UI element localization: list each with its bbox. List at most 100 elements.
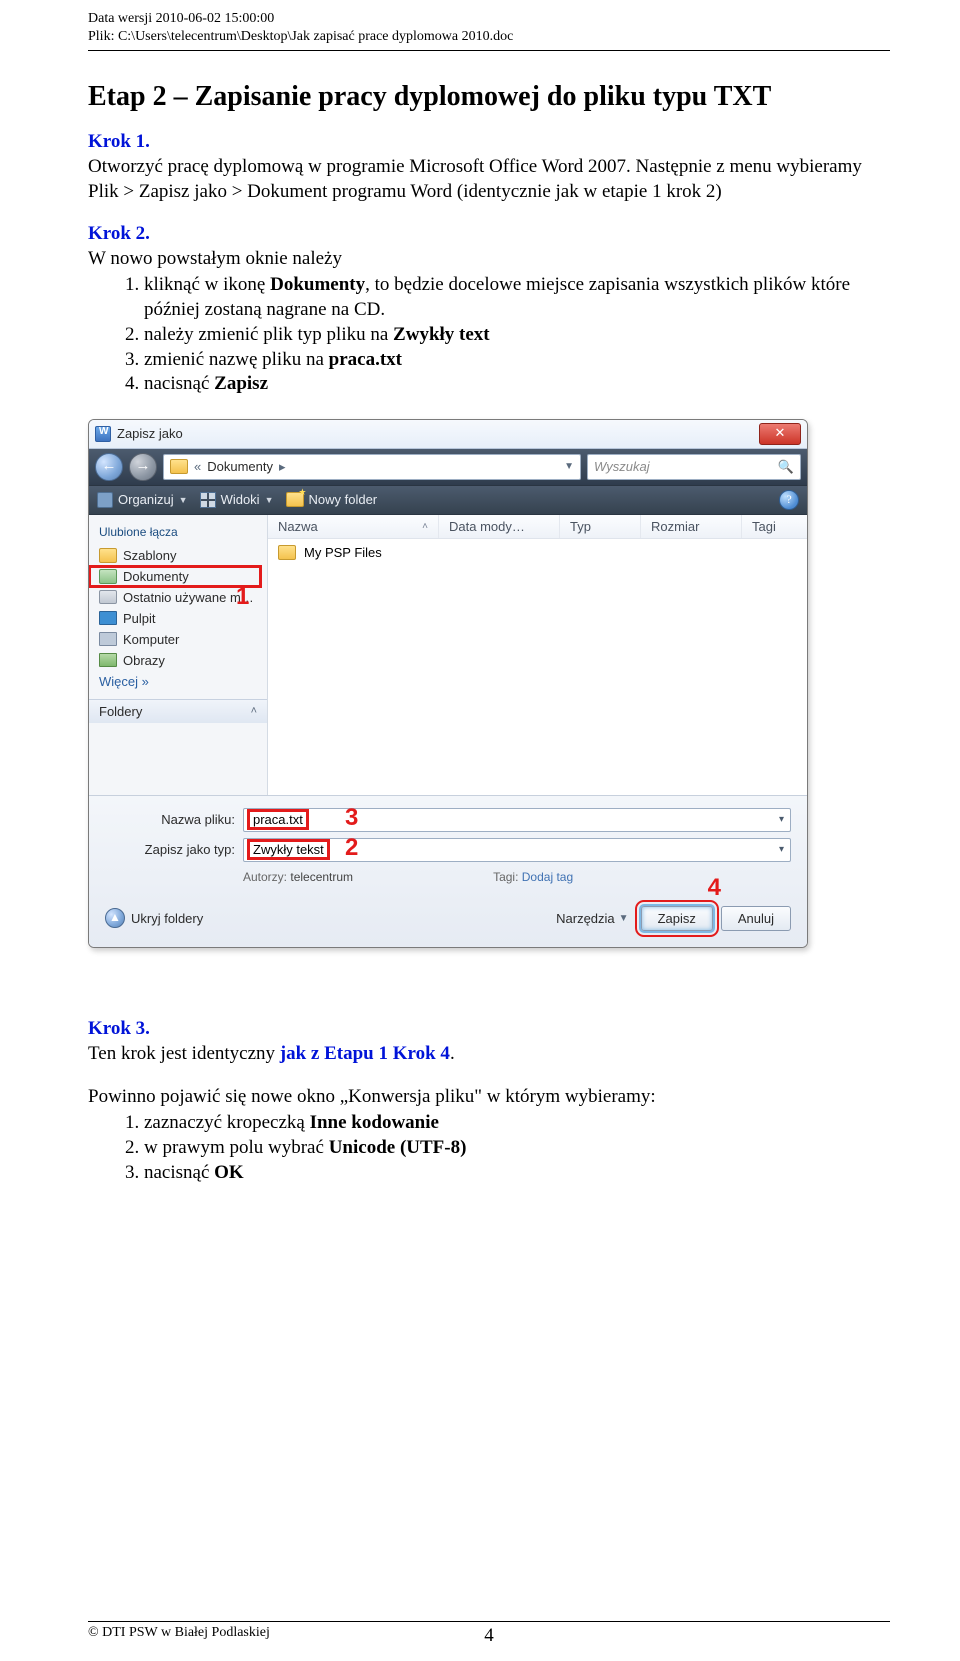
callout-1: 1 (236, 583, 249, 611)
step2-list: kliknąć w ikonę Dokumenty, to będzie doc… (88, 273, 890, 396)
pictures-icon (99, 653, 117, 667)
dialog-bottom: Nazwa pliku: praca.txt ▾ 3 Zapisz jako t… (89, 795, 807, 947)
file-list-header: Nazwa ˄ Data mody… Typ Rozmiar Tagi (268, 515, 807, 539)
step2-item-2-bold: Zwykły text (393, 324, 490, 345)
dialog-titlebar: Zapisz jako ✕ (89, 420, 807, 449)
dialog-navbar: ← → « Dokumenty ▸ ▼ Wyszukaj 🔍 (89, 449, 807, 486)
step3-item-2-bold: Unicode (UTF-8) (329, 1137, 467, 1158)
folders-label: Foldery (99, 704, 142, 719)
sidebar: Ulubione łącza Szablony Dokumenty Ostatn… (89, 515, 268, 795)
page-title: Etap 2 – Zapisanie pracy dyplomowej do p… (88, 81, 890, 113)
step1-p1: Otworzyć pracę dyplomową w programie Mic… (88, 156, 862, 177)
step3-item-2: w prawym polu wybrać Unicode (UTF-8) (144, 1136, 890, 1161)
page-footer: © DTI PSW w Białej Podlaskiej 4 (88, 1621, 890, 1641)
cancel-button[interactable]: Anuluj (721, 906, 791, 931)
step2-intro: W nowo powstałym oknie należy (88, 247, 890, 272)
nav-forward-button[interactable]: → (129, 453, 157, 481)
header-file: Plik: C:\Users\telecentrum\Desktop\Jak z… (88, 28, 890, 46)
chevron-down-icon: ▼ (265, 495, 274, 505)
step3-item-1: zaznaczyć kropeczką Inne kodowanie (144, 1111, 890, 1136)
breadcrumb-dropdown-icon[interactable]: ▼ (564, 461, 574, 472)
tags-label: Tagi: Dodaj tag (493, 870, 573, 884)
collapse-icon (105, 908, 125, 928)
step3-list: zaznaczyć kropeczką Inne kodowanie w pra… (88, 1111, 890, 1185)
step1-p2: Plik > Zapisz jako > Dokument programu W… (88, 181, 722, 202)
filetype-value: Zwykły tekst (250, 842, 327, 857)
footer-copyright: © DTI PSW w Białej Podlaskiej (88, 1625, 270, 1641)
tools-dropdown[interactable]: Narzędzia ▼ (556, 911, 632, 926)
step3-line1: Ten krok jest identyczny jak z Etapu 1 K… (88, 1042, 890, 1067)
organize-icon (97, 492, 113, 508)
step3-heading: Krok 3. (88, 1018, 890, 1040)
views-button[interactable]: Widoki ▼ (200, 492, 274, 508)
callout-3: 3 (345, 804, 358, 832)
page-number: 4 (484, 1625, 494, 1647)
close-button[interactable]: ✕ (759, 423, 801, 445)
sidebar-item-templates[interactable]: Szablony (89, 545, 267, 566)
sidebar-item-pictures[interactable]: Obrazy (89, 650, 267, 671)
dialog-toolbar: Organizuj ▼ Widoki ▼ Nowy folder ? (89, 486, 807, 515)
hide-folders-label: Ukryj foldery (131, 911, 203, 926)
sidebar-item-label: Ostatnio używane m… (123, 590, 254, 605)
authors-label: Autorzy: telecentrum (243, 870, 353, 884)
file-list: Nazwa ˄ Data mody… Typ Rozmiar Tagi My P… (268, 515, 807, 795)
column-name-label: Nazwa (278, 519, 318, 534)
file-row[interactable]: My PSP Files (268, 539, 807, 566)
column-tags[interactable]: Tagi (742, 515, 807, 538)
step1-text: Otworzyć pracę dyplomową w programie Mic… (88, 155, 890, 204)
sidebar-item-label: Szablony (123, 548, 176, 563)
step3-item-1-bold: Inne kodowanie (310, 1112, 439, 1133)
step3-intro: Powinno pojawić się nowe okno „Konwersja… (88, 1085, 890, 1110)
breadcrumb-separator: « (194, 459, 201, 474)
chevron-down-icon: ▼ (619, 913, 629, 924)
authors-value: telecentrum (290, 870, 353, 884)
breadcrumb-chevron: ▸ (279, 459, 286, 475)
new-folder-label: Nowy folder (309, 492, 378, 507)
nav-back-button[interactable]: ← (95, 453, 123, 481)
file-name: My PSP Files (304, 545, 382, 560)
views-icon (200, 492, 216, 508)
sidebar-more[interactable]: Więcej » (89, 671, 267, 699)
document-header: Data wersji 2010-06-02 15:00:00 Plik: C:… (88, 10, 890, 51)
folder-icon (170, 459, 188, 474)
dialog-title: Zapisz jako (117, 426, 183, 441)
folder-icon (99, 548, 117, 563)
search-input[interactable]: Wyszukaj 🔍 (587, 454, 801, 480)
recent-icon (99, 590, 117, 604)
organize-button[interactable]: Organizuj ▼ (97, 492, 188, 508)
sidebar-item-desktop[interactable]: Pulpit (89, 608, 267, 629)
folder-icon (278, 545, 296, 560)
hide-folders-toggle[interactable]: Ukryj foldery (105, 908, 203, 928)
new-folder-button[interactable]: Nowy folder (286, 492, 378, 507)
filename-input[interactable]: praca.txt ▾ (243, 808, 791, 832)
chevron-down-icon[interactable]: ▾ (779, 844, 784, 855)
step2-item-3-bold: praca.txt (329, 349, 402, 370)
step3-item-3: nacisnąć OK (144, 1161, 890, 1186)
callout-4: 4 (708, 874, 721, 902)
save-button[interactable]: Zapisz (641, 906, 713, 931)
tags-add-link[interactable]: Dodaj tag (522, 870, 573, 884)
chevron-up-icon: ˄ (251, 705, 257, 717)
help-button[interactable]: ? (779, 490, 799, 510)
documents-icon (99, 569, 117, 584)
sort-indicator-icon: ˄ (422, 521, 428, 532)
step2-item-1: kliknąć w ikonę Dokumenty, to będzie doc… (144, 273, 890, 322)
step2-item-1-bold: Dokumenty (270, 274, 365, 295)
sidebar-item-computer[interactable]: Komputer (89, 629, 267, 650)
callout-2: 2 (345, 834, 358, 862)
sidebar-item-label: Obrazy (123, 653, 165, 668)
folders-collapse[interactable]: Foldery ˄ (89, 699, 267, 723)
step1-heading: Krok 1. (88, 131, 890, 153)
column-type[interactable]: Typ (560, 515, 641, 538)
column-size[interactable]: Rozmiar (641, 515, 742, 538)
filename-value: praca.txt (250, 812, 306, 827)
column-name[interactable]: Nazwa ˄ (268, 515, 439, 538)
chevron-down-icon[interactable]: ▾ (779, 814, 784, 825)
sidebar-item-label: Komputer (123, 632, 179, 647)
filetype-select[interactable]: Zwykły tekst ▾ (243, 838, 791, 862)
column-date[interactable]: Data mody… (439, 515, 560, 538)
sidebar-heading: Ulubione łącza (89, 523, 267, 545)
step3-item-3-bold: OK (214, 1162, 244, 1183)
breadcrumb[interactable]: « Dokumenty ▸ ▼ (163, 454, 581, 480)
step2-heading: Krok 2. (88, 223, 890, 245)
